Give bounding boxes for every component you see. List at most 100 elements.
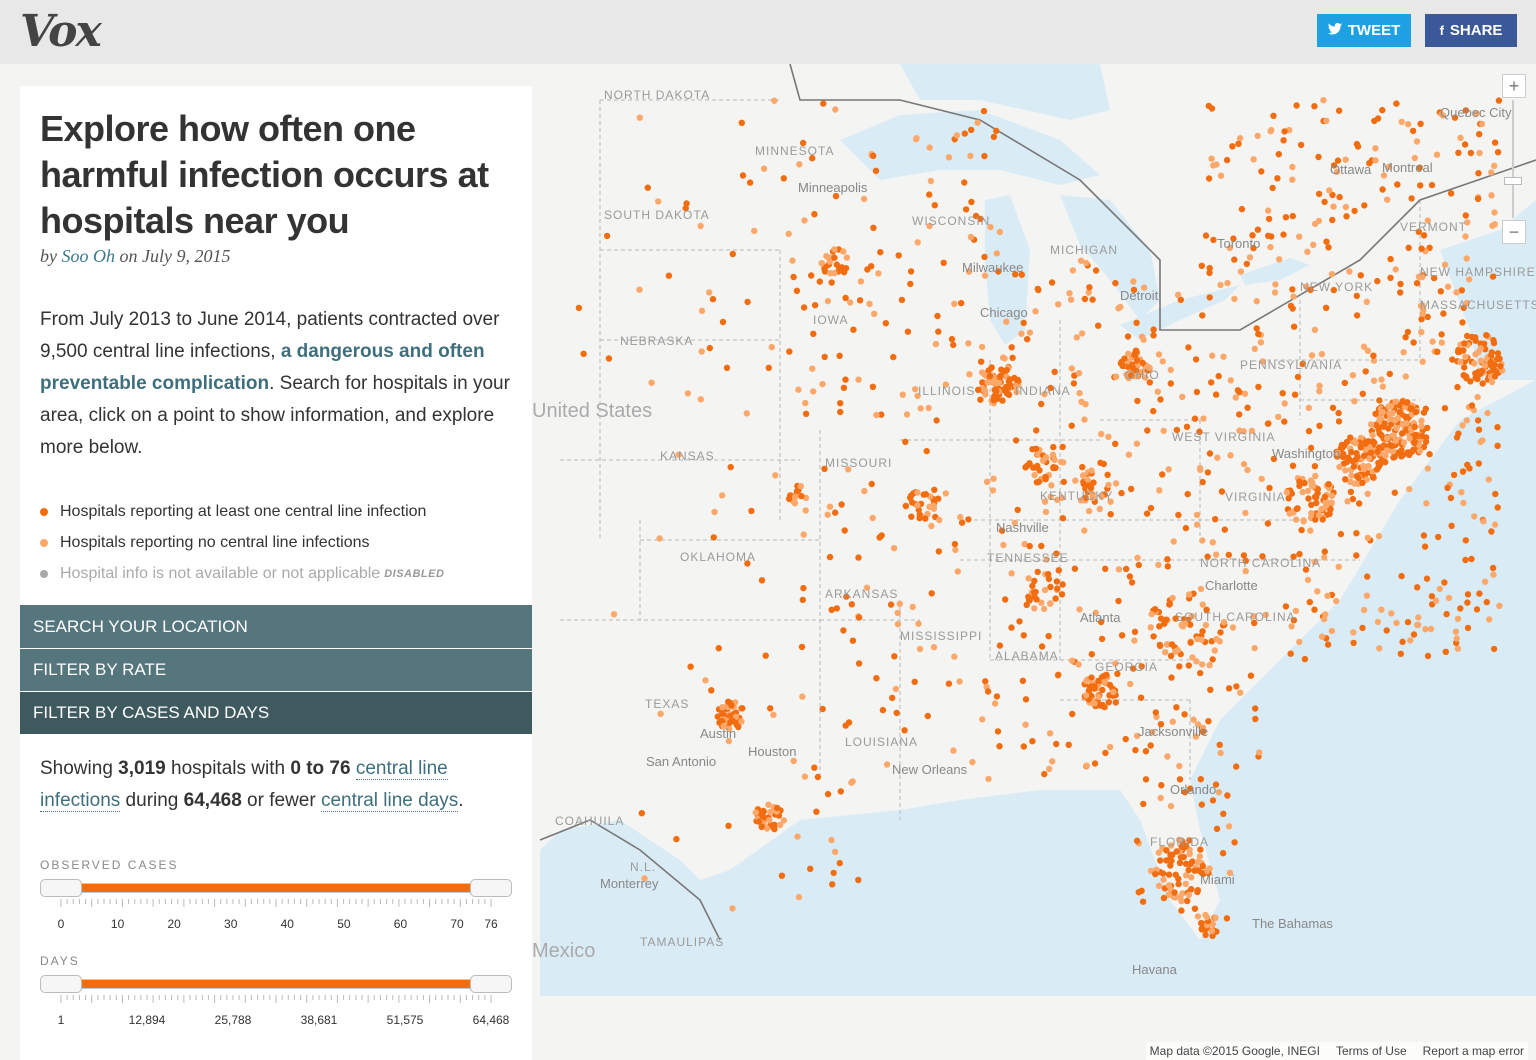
hospital-point[interactable]: [1176, 663, 1183, 670]
hospital-point[interactable]: [1289, 305, 1296, 312]
hospital-point[interactable]: [1304, 576, 1312, 584]
hospital-point[interactable]: [1351, 207, 1358, 215]
hospital-point[interactable]: [800, 304, 808, 311]
hospital-point[interactable]: [1404, 121, 1412, 128]
hospital-point[interactable]: [1462, 233, 1469, 240]
hospital-point[interactable]: [1091, 760, 1099, 767]
hospital-point[interactable]: [1344, 498, 1351, 505]
hospital-point[interactable]: [1112, 699, 1120, 706]
hospital-point[interactable]: [1387, 255, 1394, 263]
hospital-point[interactable]: [673, 835, 680, 843]
hospital-point[interactable]: [882, 320, 889, 327]
hospital-point[interactable]: [1346, 268, 1353, 275]
hospital-point[interactable]: [1299, 488, 1306, 496]
hospital-point[interactable]: [996, 642, 1004, 649]
hospital-point[interactable]: [927, 177, 935, 185]
hospital-point[interactable]: [1112, 440, 1119, 447]
hospital-point[interactable]: [792, 493, 799, 500]
hospital-point[interactable]: [1463, 255, 1470, 262]
hospital-point[interactable]: [1173, 704, 1180, 711]
hospital-point[interactable]: [1459, 468, 1467, 475]
hospital-point[interactable]: [999, 397, 1006, 404]
slider-handle-min[interactable]: [40, 879, 82, 897]
hospital-point[interactable]: [1209, 797, 1217, 804]
hospital-point[interactable]: [993, 387, 1000, 394]
hospital-point[interactable]: [789, 257, 796, 264]
hospital-point[interactable]: [1397, 280, 1404, 288]
hospital-point[interactable]: [1400, 349, 1407, 356]
hospital-point[interactable]: [1485, 476, 1493, 483]
hospital-point[interactable]: [1237, 689, 1244, 696]
hospital-point[interactable]: [924, 712, 931, 720]
hospital-point[interactable]: [1453, 289, 1460, 296]
hospital-point[interactable]: [1311, 326, 1319, 333]
hospital-point[interactable]: [1350, 463, 1358, 470]
hospital-point[interactable]: [855, 614, 863, 621]
hospital-point[interactable]: [1014, 506, 1021, 514]
hospital-point[interactable]: [1177, 893, 1184, 901]
hospital-point[interactable]: [1051, 368, 1058, 375]
hospital-point[interactable]: [1491, 209, 1498, 216]
hospital-point[interactable]: [1351, 398, 1358, 405]
hospital-point[interactable]: [1489, 222, 1496, 229]
hospital-point[interactable]: [1412, 408, 1420, 416]
hospital-point[interactable]: [1374, 448, 1381, 455]
hospital-point[interactable]: [896, 600, 903, 607]
hospital-point[interactable]: [636, 286, 643, 293]
central-line-days-link[interactable]: central line days: [320, 790, 459, 812]
hospital-point[interactable]: [1467, 149, 1475, 157]
hospital-point[interactable]: [1360, 465, 1368, 473]
hospital-point[interactable]: [1289, 176, 1296, 183]
hospital-point[interactable]: [965, 340, 972, 347]
hospital-point[interactable]: [738, 718, 745, 725]
hospital-point[interactable]: [1227, 377, 1235, 384]
zoom-out-button[interactable]: −: [1502, 220, 1526, 244]
hospital-point[interactable]: [1150, 407, 1157, 415]
hospital-point[interactable]: [1191, 415, 1199, 422]
hospital-point[interactable]: [855, 876, 862, 884]
hospital-point[interactable]: [1115, 305, 1122, 312]
hospital-point[interactable]: [1187, 860, 1194, 868]
hospital-point[interactable]: [1155, 351, 1163, 358]
hospital-point[interactable]: [898, 296, 906, 304]
hospital-point[interactable]: [1490, 337, 1497, 344]
hospital-point[interactable]: [708, 687, 715, 694]
hospital-point[interactable]: [809, 365, 816, 372]
hospital-point[interactable]: [1178, 907, 1185, 914]
hospital-point[interactable]: [1106, 681, 1114, 689]
hospital-point[interactable]: [1393, 619, 1400, 627]
hospital-point[interactable]: [1307, 477, 1315, 484]
hospital-point[interactable]: [1193, 511, 1201, 519]
hospital-point[interactable]: [1473, 606, 1481, 613]
hospital-point[interactable]: [1206, 269, 1213, 276]
hospital-point[interactable]: [746, 179, 754, 186]
hospital-point[interactable]: [1348, 472, 1355, 479]
hospital-point[interactable]: [1032, 308, 1039, 315]
hospital-point[interactable]: [1282, 603, 1290, 610]
hospital-point[interactable]: [1293, 505, 1301, 512]
hospital-point[interactable]: [1128, 579, 1136, 586]
hospital-point[interactable]: [1098, 635, 1106, 643]
hospital-point[interactable]: [767, 705, 774, 712]
hospital-point[interactable]: [961, 179, 968, 186]
hospital-point[interactable]: [1107, 511, 1114, 518]
hospital-point[interactable]: [748, 507, 755, 515]
hospital-point[interactable]: [1462, 353, 1469, 360]
hospital-point[interactable]: [1134, 554, 1141, 561]
hospital-point[interactable]: [1171, 889, 1178, 896]
hospital-point[interactable]: [1335, 409, 1342, 417]
hospital-point[interactable]: [1393, 425, 1400, 432]
hospital-point[interactable]: [1330, 203, 1337, 210]
hospital-point[interactable]: [1005, 384, 1012, 391]
hospital-point[interactable]: [1269, 184, 1276, 192]
hospital-point[interactable]: [824, 511, 831, 518]
hospital-point[interactable]: [1022, 696, 1030, 703]
hospital-point[interactable]: [934, 312, 941, 320]
hospital-point[interactable]: [1325, 481, 1332, 488]
hospital-point[interactable]: [1452, 628, 1460, 635]
hospital-point[interactable]: [1157, 396, 1164, 403]
hospital-point[interactable]: [1058, 591, 1066, 598]
hospital-point[interactable]: [1112, 373, 1120, 380]
hospital-point[interactable]: [1088, 651, 1096, 658]
hospital-point[interactable]: [869, 383, 877, 390]
